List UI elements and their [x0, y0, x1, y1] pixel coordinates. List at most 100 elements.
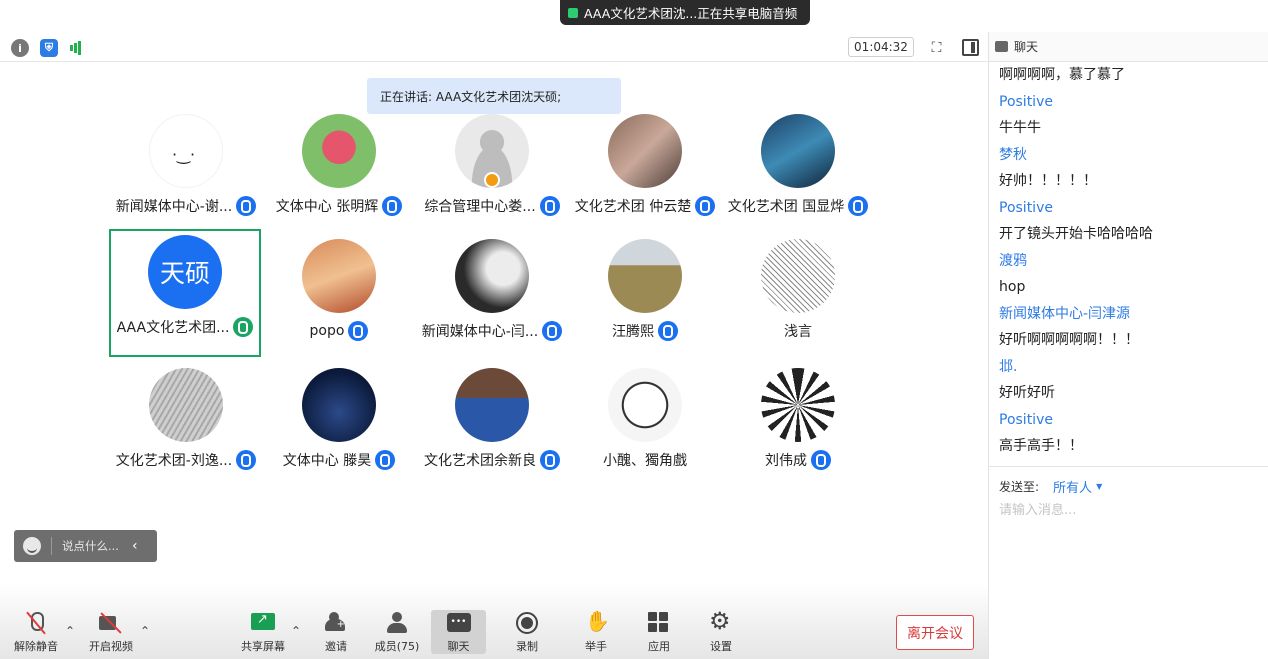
settings-label: 设置 [710, 640, 732, 653]
sidebar-toggle-icon[interactable] [962, 39, 979, 56]
unmute-button[interactable]: 解除静音 [14, 609, 58, 654]
avatar [761, 239, 835, 313]
participant-tile[interactable]: 文化艺术团余新良 [416, 362, 568, 490]
mic-off-icon [24, 611, 48, 633]
start-video-button[interactable]: 开启视频 [88, 609, 134, 654]
chat-sender-name[interactable]: 邶. [999, 354, 1258, 381]
chat-message-text: 牛牛牛 [999, 120, 1041, 136]
chat-icon [446, 612, 471, 633]
record-button[interactable]: 录制 [513, 609, 541, 654]
chat-label: 聊天 [447, 640, 470, 653]
participant-tile[interactable]: 文体中心 滕昊 [263, 362, 415, 490]
chat-button[interactable]: 聊天 [431, 610, 486, 654]
participant-name: 刘伟成 [765, 453, 807, 469]
gear-icon [709, 607, 733, 635]
chat-sender-name[interactable]: Positive [999, 407, 1258, 434]
chat-message-text: 好听啊啊啊啊啊！！！ [999, 332, 1139, 348]
participant-tile[interactable]: 文体中心 张明辉 [263, 108, 415, 236]
leave-meeting-button[interactable]: 离开会议 [896, 615, 974, 650]
meeting-top-bar: i ⛨ 01:04:32 ⛶ [0, 32, 988, 62]
chat-title: 聊天 [1014, 40, 1039, 54]
participant-tile[interactable]: 小醜、獨角戲 [569, 362, 721, 490]
settings-button[interactable]: 设置 [707, 607, 735, 654]
shield-icon[interactable]: ⛨ [40, 39, 58, 57]
participant-tile[interactable]: 文化艺术团 仲云楚 [569, 108, 721, 236]
chevron-up-icon[interactable]: ⌃ [140, 624, 150, 638]
avatar [149, 368, 223, 442]
participant-tile[interactable]: popo [263, 233, 415, 361]
start-video-label: 开启视频 [89, 640, 133, 653]
signal-icon[interactable] [67, 39, 85, 57]
microphone-icon [695, 196, 716, 216]
avatar [608, 239, 682, 313]
participant-name-row: 小醜、獨角戲 [603, 450, 687, 470]
chevron-left-icon[interactable]: ‹ [132, 538, 138, 554]
microphone-icon [811, 450, 831, 470]
chat-sender-name[interactable]: Positive [999, 195, 1258, 222]
participant-name-row: 刘伟成 [765, 450, 831, 470]
sharing-indicator-icon [568, 7, 578, 18]
emoji-icon[interactable] [23, 537, 41, 555]
participant-tile[interactable]: 新闻媒体中心-闫... [416, 233, 568, 361]
participant-name-row: 新闻媒体中心-谢... [116, 196, 257, 216]
fullscreen-icon[interactable]: ⛶ [928, 39, 945, 56]
avatar [761, 368, 835, 442]
avatar [302, 114, 376, 188]
members-button[interactable]: 成员(75) [374, 609, 420, 654]
members-label: 成员(75) [374, 640, 420, 653]
microphone-icon [375, 450, 396, 470]
participant-name: 浅言 [784, 324, 812, 340]
meeting-toolbar: 解除静音 ⌃ 开启视频 ⌃ 共享屏幕 ⌃ 邀请 成员(75) 聊天 录制 [0, 584, 988, 659]
participant-tile[interactable]: 文化艺术团 国显烨 [722, 108, 874, 236]
microphone-icon [658, 321, 678, 341]
caret-down-icon[interactable]: ▼ [1096, 482, 1102, 491]
share-screen-button[interactable]: 共享屏幕 [240, 609, 286, 654]
microphone-icon [542, 321, 563, 341]
chat-sender-name[interactable]: 新闻媒体中心-闫津源 [999, 301, 1258, 328]
chat-sender-name[interactable]: 梦秋 [999, 142, 1258, 169]
avatar: 天硕 [148, 235, 222, 309]
apps-label: 应用 [648, 640, 670, 653]
invite-button[interactable]: 邀请 [322, 609, 350, 654]
chat-message-text: 开了镜头开始卡哈哈哈哈 [999, 226, 1153, 242]
chat-sender-name[interactable]: 渡鸦 [999, 248, 1258, 275]
participant-name-row: 浅言 [784, 321, 812, 341]
participant-name: 文化艺术团余新良 [424, 453, 536, 469]
apps-button[interactable]: 应用 [645, 609, 673, 654]
reaction-input[interactable] [62, 539, 128, 553]
participant-tile[interactable]: 文化艺术团-刘逸... [110, 362, 262, 490]
camera-off-icon [99, 611, 123, 633]
microphone-icon [348, 321, 369, 341]
participant-tile[interactable]: 刘伟成 [722, 362, 874, 490]
recipient-select[interactable]: 所有人 [1053, 477, 1092, 496]
record-icon [515, 611, 539, 634]
share-audio-banner[interactable]: AAA文化艺术团沈...正在共享电脑音频 [560, 0, 810, 25]
doodle-face-icon: ·‿· [172, 145, 196, 164]
chat-message-list[interactable]: 啊啊啊啊，慕了慕了 Positive 牛牛牛 梦秋 好帅！！！！！ Positive 开了镜… [989, 62, 1268, 497]
avatar [455, 239, 529, 313]
participant-name-row: popo [310, 321, 369, 341]
chevron-up-icon[interactable]: ⌃ [65, 624, 75, 638]
chevron-up-icon[interactable]: ⌃ [291, 624, 301, 638]
microphone-icon [236, 450, 257, 470]
participant-tile[interactable]: 汪腾熙 [569, 233, 721, 361]
chat-message-input[interactable] [999, 503, 1259, 518]
participant-name-row: 文体中心 张明辉 [276, 196, 403, 216]
chat-bubble-icon [995, 41, 1008, 52]
record-label: 录制 [516, 640, 538, 653]
share-banner-text: AAA文化艺术团沈...正在共享电脑音频 [584, 6, 798, 21]
participant-tile[interactable]: ·‿· 新闻媒体中心-谢... [110, 108, 262, 236]
participant-name: 文化艺术团 国显烨 [727, 199, 845, 215]
microphone-icon [236, 196, 257, 216]
participant-name: 文化艺术团 仲云楚 [574, 199, 692, 215]
raise-hand-button[interactable]: 举手 [582, 609, 610, 654]
participant-tile[interactable]: 天硕 AAA文化艺术团... [109, 229, 261, 357]
participant-name: 汪腾熙 [612, 324, 654, 340]
info-icon[interactable]: i [11, 39, 29, 57]
participant-tile[interactable]: 浅言 [722, 233, 874, 361]
members-icon [385, 611, 409, 633]
participant-tile[interactable]: 综合管理中心娄... [416, 108, 568, 236]
avatar [761, 114, 835, 188]
chat-sender-name[interactable]: Positive [999, 89, 1258, 116]
avatar [455, 368, 529, 442]
